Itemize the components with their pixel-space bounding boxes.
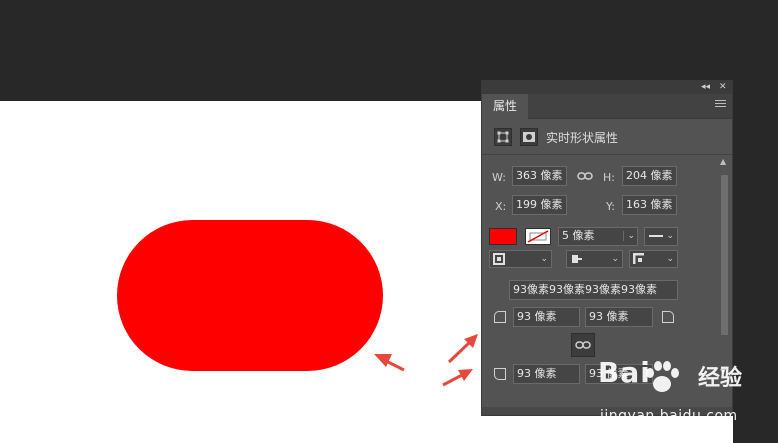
properties-header: 实时形状属性 xyxy=(482,119,732,155)
height-label: H: xyxy=(603,171,615,184)
rounded-rectangle-shape[interactable] xyxy=(117,220,383,371)
link-corners-button[interactable] xyxy=(571,333,595,357)
bottom-left-radius-field[interactable]: 93 像素 xyxy=(513,364,580,384)
top-right-radius-field[interactable]: 93 像素 xyxy=(585,307,653,327)
chevron-down-icon: ⌄ xyxy=(540,254,548,264)
stroke-corner-icon xyxy=(633,253,644,264)
all-corners-radius-field[interactable]: 93像素93像素93像素93像素 xyxy=(509,280,678,300)
fill-color-swatch[interactable] xyxy=(489,228,517,245)
collapse-icon[interactable]: ◂◂ xyxy=(701,81,710,94)
height-field[interactable]: 204 像素 xyxy=(622,166,677,186)
stroke-cap-icon xyxy=(572,255,582,263)
stroke-cap-dropdown[interactable]: ⌄ xyxy=(566,250,623,268)
stroke-type-dropdown[interactable]: ⌄ xyxy=(644,227,678,246)
close-icon[interactable]: ✕ xyxy=(719,81,727,94)
width-field[interactable]: 363 像素 xyxy=(512,166,567,186)
panel-tab-bar: 属性 xyxy=(482,94,732,119)
watermark-suffix: 经验 xyxy=(698,366,743,391)
chevron-down-icon[interactable]: ⌄ xyxy=(623,231,635,241)
transform-icon[interactable] xyxy=(494,128,512,146)
width-label: W: xyxy=(492,171,506,184)
panel-title-bar[interactable]: ◂◂ ✕ xyxy=(482,81,732,94)
tab-properties[interactable]: 属性 xyxy=(482,94,528,119)
y-label: Y: xyxy=(606,200,615,213)
section-title: 实时形状属性 xyxy=(546,131,619,145)
top-right-corner-icon xyxy=(662,311,674,323)
scroll-thumb[interactable] xyxy=(721,175,728,335)
link-icon xyxy=(575,341,591,349)
chevron-down-icon: ⌄ xyxy=(611,254,619,264)
mask-icon[interactable] xyxy=(520,128,538,146)
baidu-watermark: Bai 经验 jingyan.baidu.com xyxy=(598,356,778,443)
top-left-corner-icon xyxy=(494,311,506,323)
link-dimensions-icon[interactable] xyxy=(577,170,593,185)
solid-line-icon xyxy=(649,235,663,237)
scroll-up-icon[interactable]: ▲ xyxy=(720,157,726,166)
stroke-align-dropdown[interactable]: ⌄ xyxy=(489,250,552,268)
panel-menu-icon[interactable] xyxy=(715,100,726,109)
stroke-width-value: 5 像素 xyxy=(562,229,595,242)
paw-logo-icon xyxy=(646,361,679,392)
chevron-down-icon: ⌄ xyxy=(666,231,674,241)
y-field[interactable]: 163 像素 xyxy=(622,195,677,215)
top-left-radius-field[interactable]: 93 像素 xyxy=(513,307,580,327)
stroke-align-icon xyxy=(493,253,505,265)
bottom-left-corner-icon xyxy=(494,368,506,380)
stroke-color-swatch[interactable] xyxy=(525,228,551,245)
chevron-down-icon: ⌄ xyxy=(666,254,674,264)
stroke-corner-dropdown[interactable]: ⌄ xyxy=(629,250,678,268)
panel-scrollbar[interactable]: ▲ ▼ xyxy=(718,157,730,379)
watermark-url: jingyan.baidu.com xyxy=(600,408,738,424)
x-field[interactable]: 199 像素 xyxy=(512,195,567,215)
x-label: X: xyxy=(495,200,507,213)
stroke-swatch-icon xyxy=(527,230,549,243)
stroke-width-field[interactable]: 5 像素 ⌄ xyxy=(558,227,638,246)
